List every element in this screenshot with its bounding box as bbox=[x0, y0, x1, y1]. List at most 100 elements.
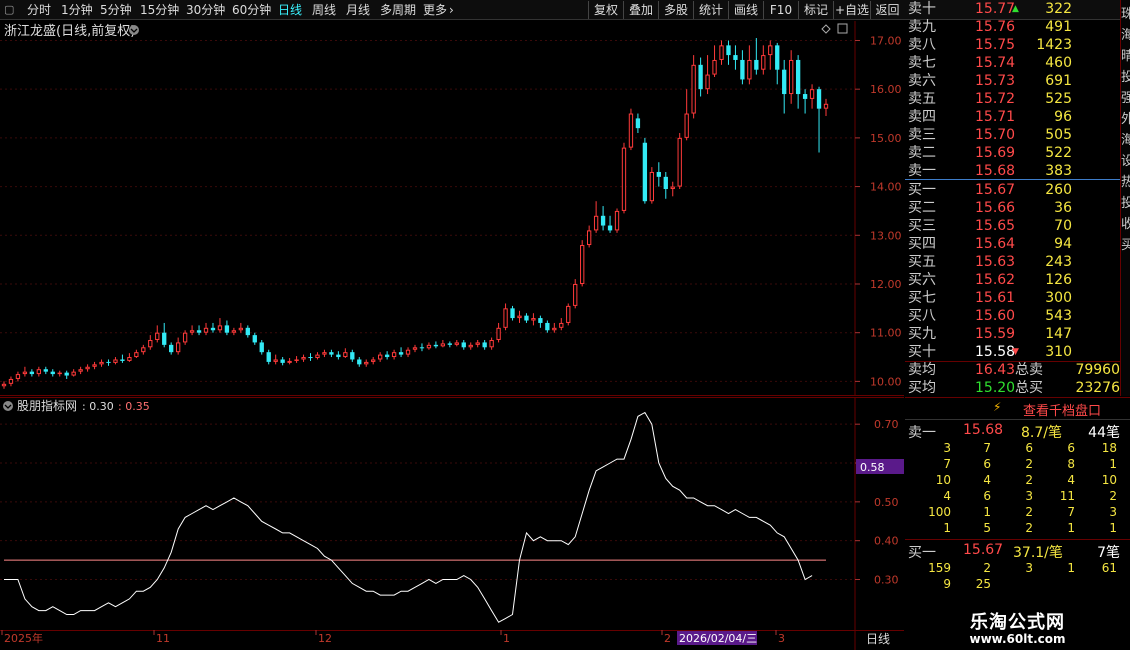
bid-volume: 94 bbox=[1054, 236, 1072, 252]
candle-body bbox=[454, 342, 459, 345]
queue-cell: 2 bbox=[1025, 521, 1033, 535]
tab-daily[interactable]: 日线 bbox=[278, 2, 302, 18]
candle-body bbox=[510, 308, 515, 319]
candle-body bbox=[740, 59, 745, 80]
candle-body bbox=[29, 371, 35, 375]
candle-body bbox=[203, 327, 209, 333]
tab-weekly[interactable]: 周线 bbox=[312, 2, 336, 18]
period-label[interactable]: 日线 bbox=[866, 632, 890, 646]
price-tick-label: 17.00 bbox=[870, 34, 902, 47]
bid-row[interactable]: 买九 15.59 147 bbox=[905, 325, 1120, 343]
candlestick-chart[interactable]: 17.00 16.00 15.00 14.00 13.00 12.00 11.00 10.00… bbox=[0, 21, 904, 396]
candle-body bbox=[447, 343, 452, 345]
tab-5min[interactable]: 5分钟 bbox=[100, 2, 132, 18]
candle-body bbox=[343, 352, 348, 358]
bid-row[interactable]: 买七 15.61 300 bbox=[905, 289, 1120, 307]
candle-body bbox=[628, 113, 634, 148]
candle-body bbox=[649, 171, 655, 202]
bid-row[interactable]: 买五 15.63 243 bbox=[905, 253, 1120, 271]
chevron-right-icon[interactable]: › bbox=[449, 2, 454, 18]
f10-button[interactable]: F10 bbox=[763, 1, 798, 19]
bid-label: 买八 bbox=[908, 308, 936, 324]
mark-button[interactable]: 标记 bbox=[798, 1, 833, 19]
ask-volume: 460 bbox=[1045, 55, 1072, 71]
ask-volume: 491 bbox=[1045, 19, 1072, 35]
ask-row[interactable]: 卖一 15.68 383 bbox=[905, 162, 1120, 180]
candle-body bbox=[580, 245, 585, 284]
back-button[interactable]: 返回 bbox=[870, 1, 904, 19]
bid-label: 买三 bbox=[908, 218, 936, 234]
ask-volume: 383 bbox=[1045, 163, 1072, 179]
ask-label: 卖六 bbox=[908, 73, 936, 89]
candle-body bbox=[503, 308, 508, 328]
ask-row[interactable]: 卖六 15.73 691 bbox=[905, 72, 1120, 90]
candle-body bbox=[775, 45, 780, 70]
candle bbox=[642, 137, 648, 204]
candle-body bbox=[712, 59, 717, 75]
bid-row[interactable]: 买八 15.60 543 bbox=[905, 307, 1120, 325]
queue-cell: 7 bbox=[1067, 505, 1075, 519]
add-favorite-button[interactable]: +自选 bbox=[833, 1, 870, 19]
tab-more[interactable]: 更多 bbox=[423, 2, 447, 18]
queue-cell: 7 bbox=[983, 441, 991, 455]
candle-body bbox=[134, 352, 139, 358]
ask-price: 15.77 bbox=[975, 1, 1016, 17]
ask-row[interactable]: 卖五 15.72 525 bbox=[905, 90, 1120, 108]
queue-cell: 3 bbox=[1109, 505, 1117, 519]
candle-body bbox=[245, 327, 250, 336]
view-depth-button[interactable]: 查看千档盘口 bbox=[1023, 400, 1101, 419]
queue-cell: 9 bbox=[943, 577, 951, 591]
queue-buy1-label: 买一 bbox=[908, 545, 936, 561]
candle-body bbox=[64, 372, 69, 376]
ask-row[interactable]: 卖七 15.74 460 bbox=[905, 54, 1120, 72]
avg-buy-label: 买均 bbox=[908, 380, 936, 396]
bid-label: 买五 bbox=[908, 254, 936, 270]
bid-row[interactable]: 买十 15.58 310 ▼ bbox=[905, 343, 1120, 361]
bid-row[interactable]: 买四 15.64 94 bbox=[905, 235, 1120, 253]
ask-row[interactable]: 卖十 15.77 322 ▲ bbox=[905, 0, 1120, 18]
candle-body bbox=[670, 186, 675, 190]
bid-row[interactable]: 买二 15.66 36 bbox=[905, 199, 1120, 217]
ask-row[interactable]: 卖四 15.71 96 bbox=[905, 108, 1120, 126]
candle-body bbox=[22, 371, 28, 375]
ask-volume: 525 bbox=[1045, 91, 1072, 107]
tab-1min[interactable]: 1分钟 bbox=[61, 2, 93, 18]
queue-cell: 5 bbox=[983, 521, 991, 535]
tab-15min[interactable]: 15分钟 bbox=[140, 2, 179, 18]
ask-row[interactable]: 卖九 15.76 491 bbox=[905, 18, 1120, 36]
tab-30min[interactable]: 30分钟 bbox=[186, 2, 225, 18]
side-info-strip[interactable]: 珠海晴投强外海设热投收买 bbox=[1120, 0, 1130, 396]
overlay-button[interactable]: 叠加 bbox=[623, 1, 658, 19]
title-dropdown-icon[interactable] bbox=[129, 25, 139, 35]
stats-button[interactable]: 统计 bbox=[693, 1, 728, 19]
candle-body bbox=[301, 357, 306, 360]
candle-body bbox=[789, 59, 794, 95]
fuquan-button[interactable]: 复权 bbox=[588, 1, 623, 19]
queue-cell: 2 bbox=[1025, 457, 1033, 471]
candle-body bbox=[182, 332, 188, 343]
time-label-12: 12 bbox=[318, 632, 332, 645]
ask-row[interactable]: 卖二 15.69 522 bbox=[905, 144, 1120, 162]
multi-stock-button[interactable]: 多股 bbox=[658, 1, 693, 19]
tab-multi-period[interactable]: 多周期 bbox=[380, 2, 416, 18]
tab-fenshi[interactable]: 分时 bbox=[27, 2, 51, 18]
bid-volume: 310 bbox=[1045, 344, 1072, 360]
ask-label: 卖五 bbox=[908, 91, 936, 107]
bid-row[interactable]: 买三 15.65 70 bbox=[905, 217, 1120, 235]
ask-price: 15.71 bbox=[975, 109, 1016, 125]
ask-label: 卖九 bbox=[908, 19, 936, 35]
bid-row[interactable]: 买一 15.67 260 bbox=[905, 181, 1120, 199]
tab-60min[interactable]: 60分钟 bbox=[232, 2, 271, 18]
ask-row[interactable]: 卖八 15.75 1423 bbox=[905, 36, 1120, 54]
bid-row[interactable]: 买六 15.62 126 bbox=[905, 271, 1120, 289]
price-tick-label: 13.00 bbox=[870, 229, 902, 242]
queue-sell1-price: 15.68 bbox=[963, 422, 1004, 438]
indicator-dropdown-icon[interactable] bbox=[3, 401, 13, 411]
menu-icon[interactable]: ▢ bbox=[4, 2, 14, 18]
candle-body bbox=[691, 64, 696, 114]
queue-cell: 1 bbox=[1067, 521, 1075, 535]
ask-row[interactable]: 卖三 15.70 505 bbox=[905, 126, 1120, 144]
indicator-chart[interactable]: 0.700.600.500.400.30 股朋指标网 : 0.30 : 0.35… bbox=[0, 397, 904, 630]
draw-line-button[interactable]: 画线 bbox=[728, 1, 763, 19]
tab-monthly[interactable]: 月线 bbox=[346, 2, 370, 18]
